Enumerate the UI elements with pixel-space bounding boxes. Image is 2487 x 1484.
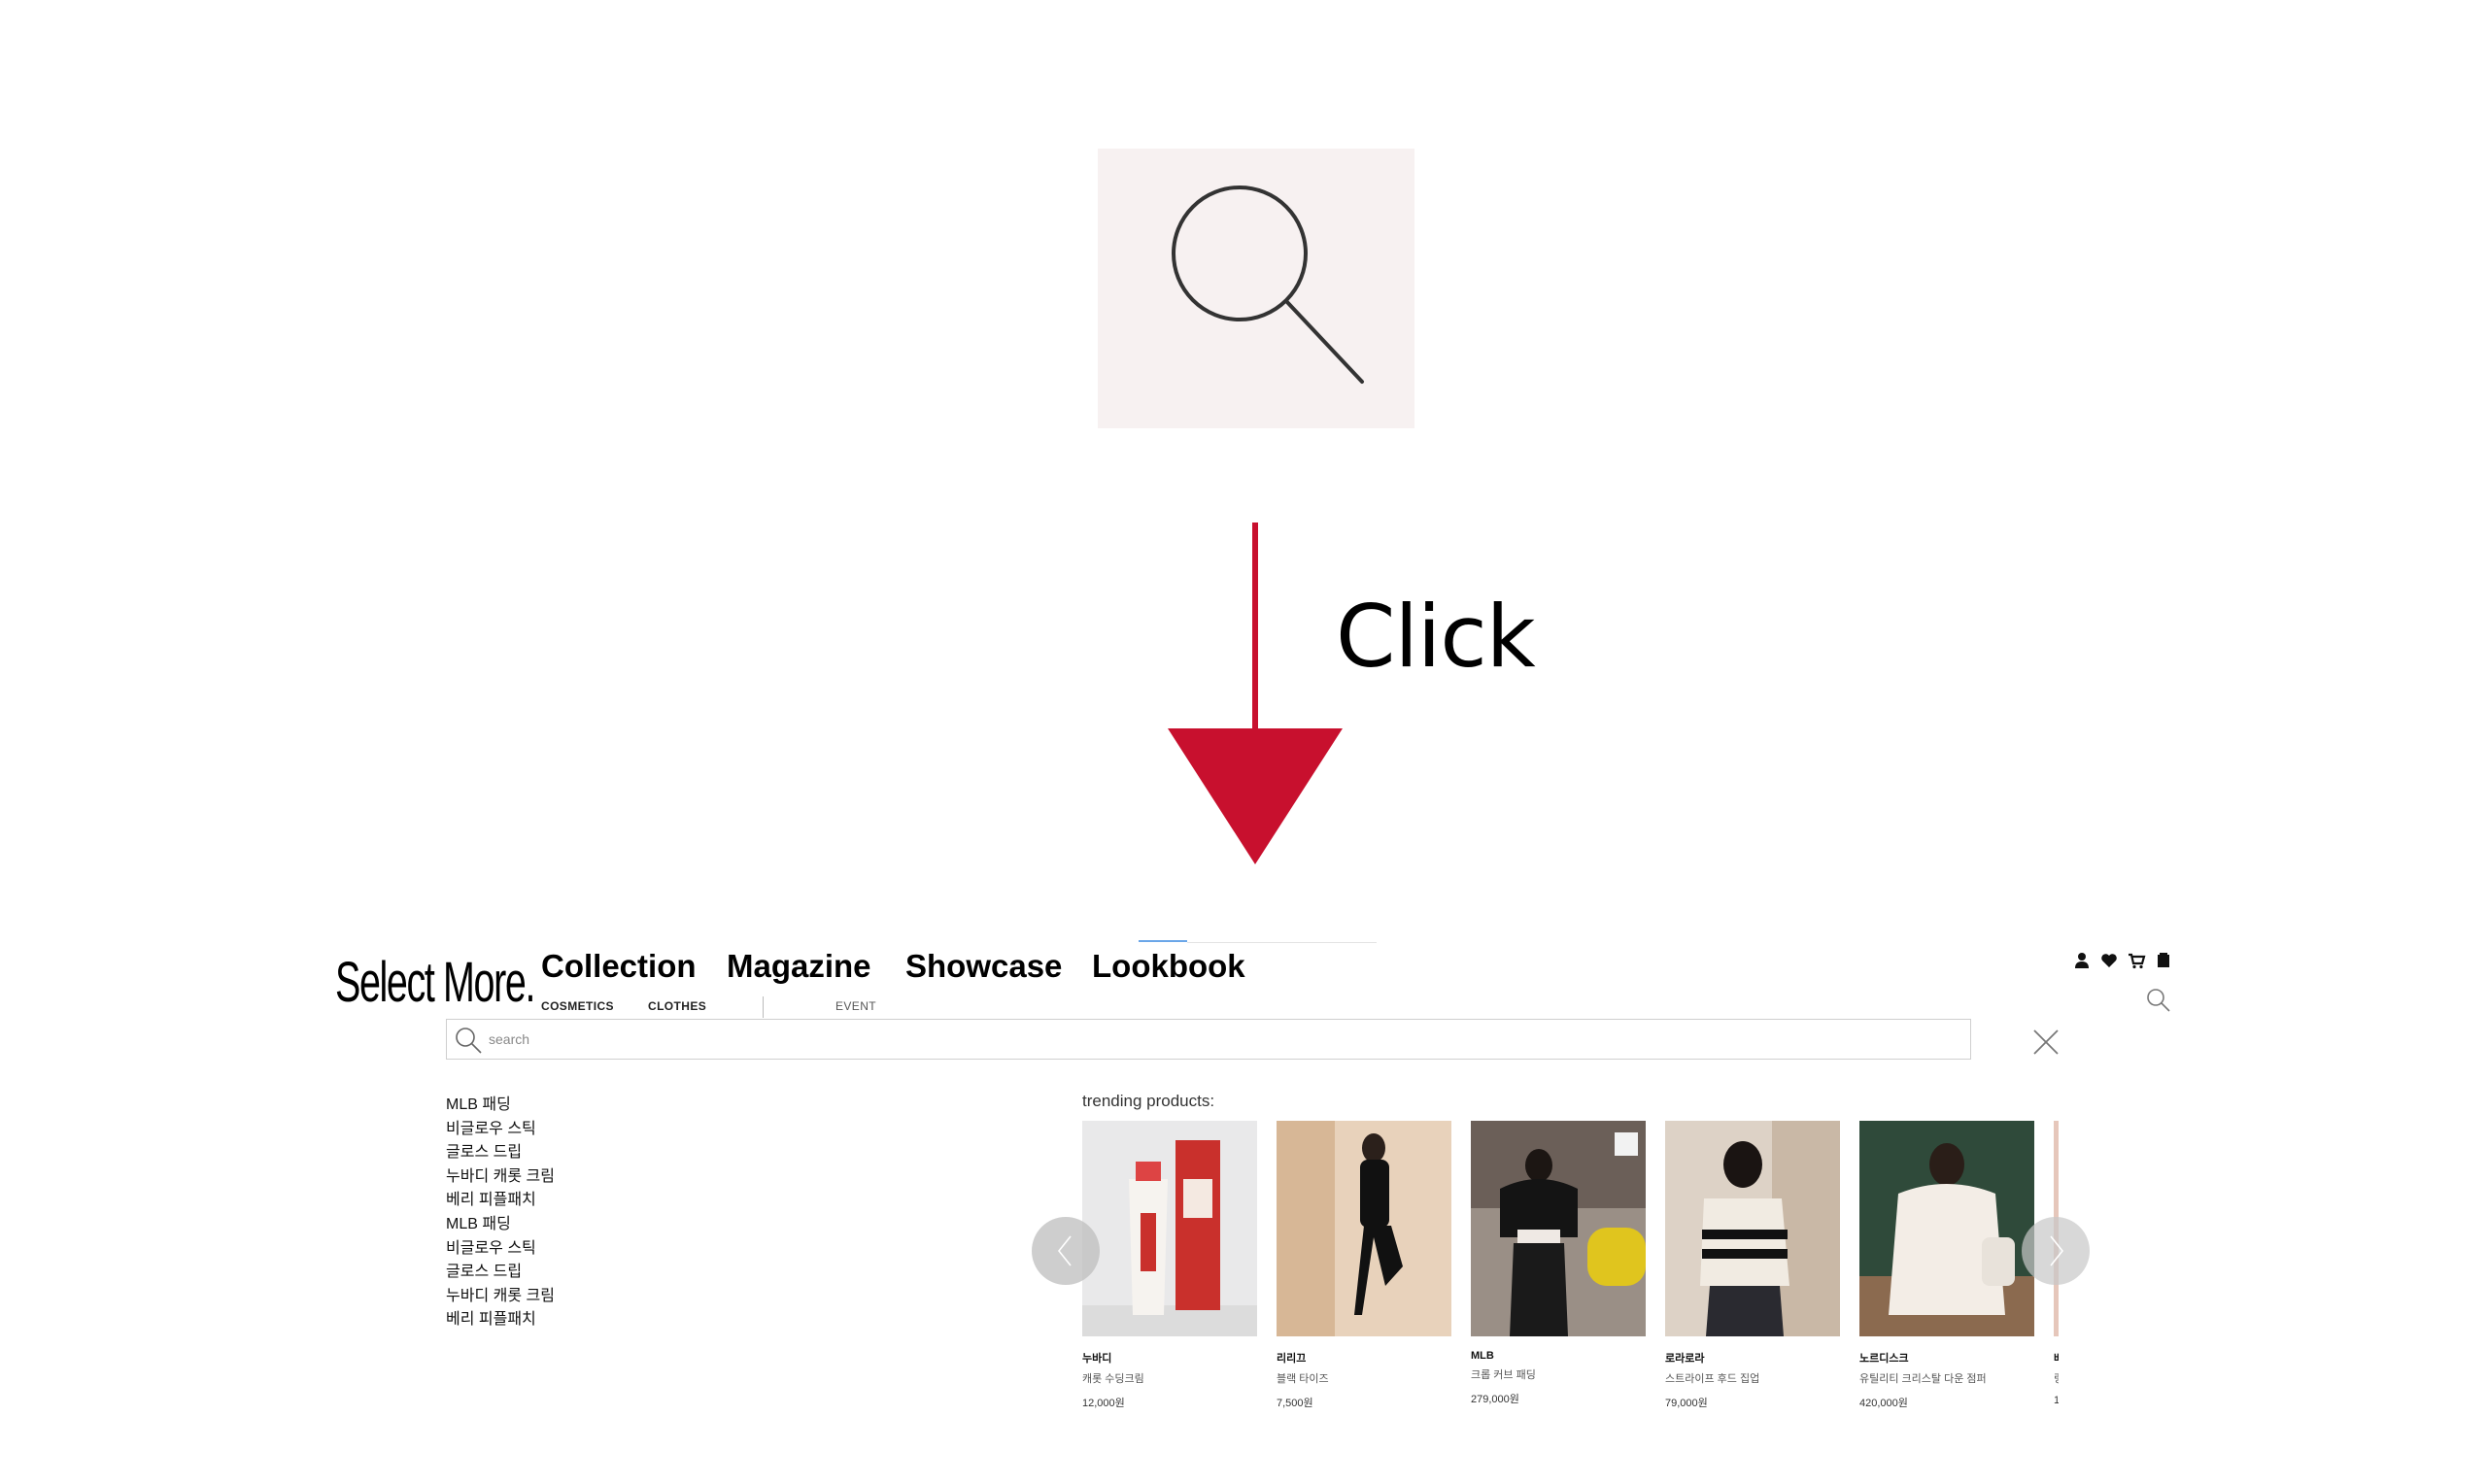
chevron-left-icon (1057, 1235, 1072, 1266)
product-card[interactable]: 누바디 캐롯 수딩크림 12,000원 (1082, 1121, 1257, 1410)
product-name: 크롭 커브 패딩 (1471, 1369, 1536, 1381)
product-price: 420,000원 (1859, 1398, 1908, 1409)
heart-icon[interactable] (2099, 951, 2119, 970)
keyword-item[interactable]: 비글로우 스틱 (446, 1118, 555, 1142)
product-price: 7,500원 (1277, 1398, 1313, 1409)
product-name: 캐롯 수딩크림 (1082, 1373, 1144, 1385)
product-image[interactable] (1082, 1121, 1257, 1336)
product-image[interactable] (1665, 1121, 1840, 1336)
search-icon[interactable] (2145, 987, 2172, 1014)
keyword-item[interactable]: 비글로우 스틱 (446, 1237, 555, 1262)
product-image[interactable] (1859, 1121, 2034, 1336)
product-card[interactable]: 노르디스크 유틸리티 크리스탈 다운 점퍼 420,000원 (1859, 1121, 2034, 1410)
search-trigger-tile[interactable] (1098, 149, 1414, 428)
close-icon[interactable] (2031, 1028, 2061, 1057)
product-card[interactable]: 리리끄 블랙 타이즈 7,500원 (1277, 1121, 1451, 1410)
product-card[interactable]: 로라로라 스트라이프 후드 집업 79,000원 (1665, 1121, 1840, 1410)
product-image[interactable] (1471, 1121, 1646, 1336)
keyword-item[interactable]: 베리 피플패치 (446, 1189, 555, 1213)
subnav-event[interactable]: EVENT (835, 999, 876, 1013)
product-brand: 베 (2054, 1350, 2059, 1366)
nav-showcase[interactable]: Showcase (905, 948, 1062, 985)
cart-icon[interactable] (2127, 951, 2146, 970)
click-annotation: Click (1336, 587, 1536, 687)
product-brand: 누바디 (1082, 1353, 1112, 1365)
product-price: 12 (2054, 1395, 2059, 1406)
keyword-item[interactable]: MLB 패딩 (446, 1094, 555, 1118)
product-name: 스트라이프 후드 집업 (1665, 1373, 1760, 1385)
keyword-item[interactable]: 누바디 캐롯 크림 (446, 1165, 555, 1190)
trending-title: trending products: (1082, 1092, 1215, 1110)
product-brand: 노르디스크 (1859, 1353, 1909, 1365)
brand-logo[interactable]: Select More. (335, 950, 535, 1015)
search-input[interactable] (489, 1026, 1956, 1053)
nav-lookbook[interactable]: Lookbook (1092, 948, 1245, 985)
carousel-next-button[interactable] (2022, 1217, 2090, 1285)
subnav-cosmetics[interactable]: COSMETICS (541, 999, 614, 1013)
product-name: 블랙 타이즈 (1277, 1373, 1329, 1385)
user-icon[interactable] (2072, 951, 2092, 970)
search-field-icon (456, 1028, 482, 1054)
product-name: 링 (2054, 1370, 2059, 1386)
carousel-prev-button[interactable] (1032, 1217, 1100, 1285)
product-card[interactable]: MLB 크롭 커브 패딩 279,000원 (1471, 1121, 1646, 1406)
bag-icon[interactable] (2154, 951, 2173, 970)
nav-active-indicator (1139, 940, 1187, 942)
keyword-item[interactable]: MLB 패딩 (446, 1213, 555, 1237)
product-price: 79,000원 (1665, 1398, 1708, 1409)
product-brand: MLB (1471, 1350, 1494, 1362)
popular-keywords: MLB 패딩 비글로우 스틱 글로스 드립 누바디 캐롯 크림 베리 피플패치 … (446, 1094, 555, 1332)
product-price: 279,000원 (1471, 1394, 1519, 1405)
product-price: 12,000원 (1082, 1398, 1125, 1409)
product-image[interactable] (1277, 1121, 1451, 1336)
search-icon-large (1172, 186, 1364, 384)
chevron-right-icon (2050, 1235, 2064, 1266)
arrow-shaft (1252, 523, 1258, 731)
nav-collection[interactable]: Collection (541, 948, 697, 985)
nav-magazine[interactable]: Magazine (727, 948, 871, 985)
trending-carousel: 누바디 캐롯 수딩크림 12,000원 리리끄 블랙 타이즈 7,500원 ML… (1082, 1121, 2059, 1412)
keyword-item[interactable]: 글로스 드립 (446, 1141, 555, 1165)
keyword-item[interactable]: 누바디 캐롯 크림 (446, 1285, 555, 1309)
keyword-item[interactable]: 베리 피플패치 (446, 1308, 555, 1332)
product-name: 유틸리티 크리스탈 다운 점퍼 (1859, 1373, 1987, 1385)
nav-divider (1187, 942, 1377, 943)
arrow-down-icon (1168, 728, 1343, 864)
subnav-clothes[interactable]: CLOTHES (648, 999, 706, 1013)
keyword-item[interactable]: 글로스 드립 (446, 1261, 555, 1285)
subnav-divider (763, 996, 764, 1018)
product-brand: 리리끄 (1277, 1353, 1307, 1365)
product-brand: 로라로라 (1665, 1353, 1705, 1365)
